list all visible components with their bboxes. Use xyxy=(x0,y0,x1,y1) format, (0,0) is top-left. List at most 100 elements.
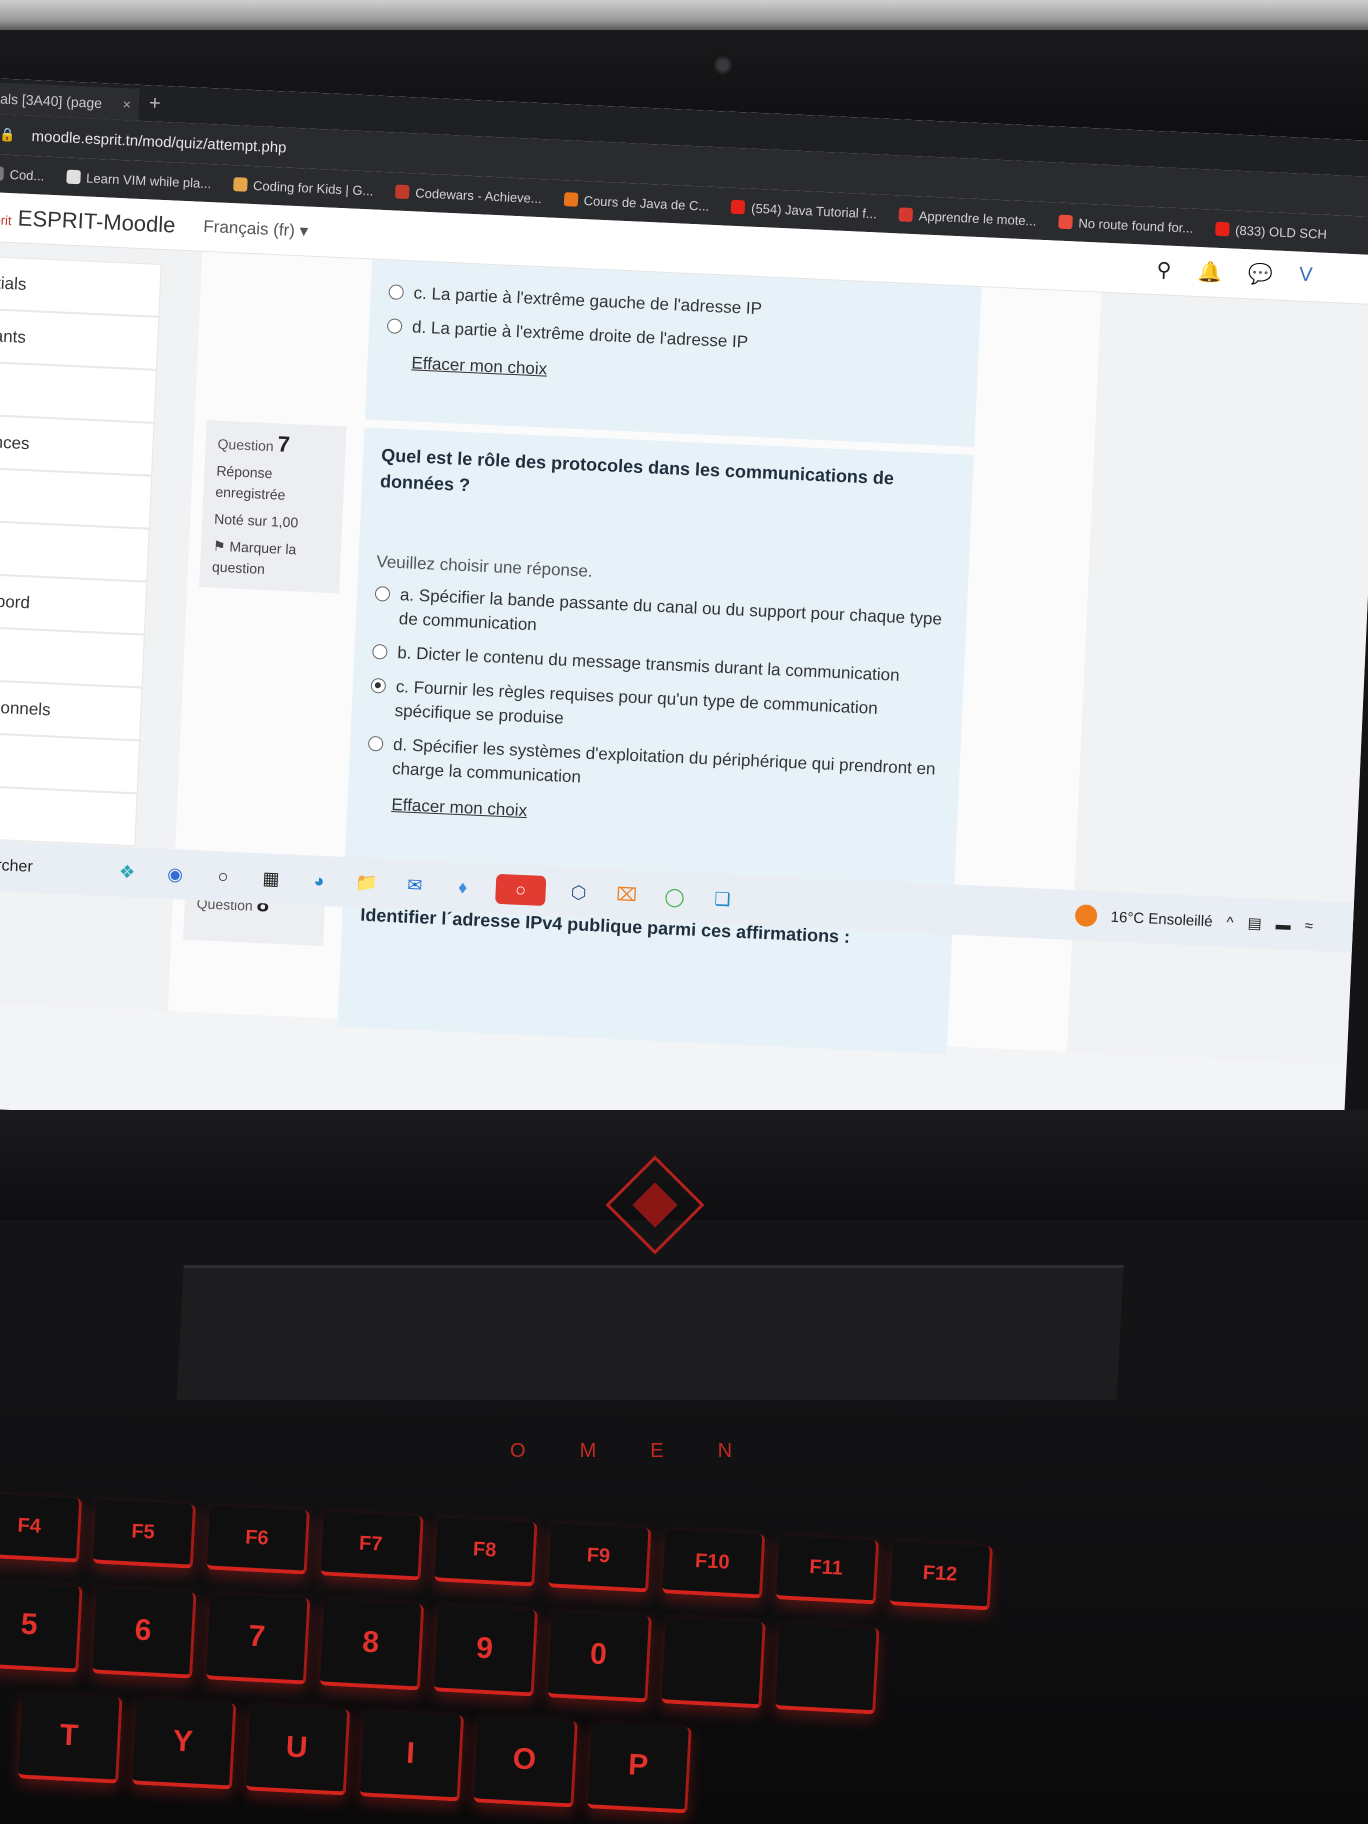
keyboard-key: F8 xyxy=(434,1517,538,1587)
answer-label: c. La partie à l'extrême gauche de l'adr… xyxy=(413,283,763,319)
chevron-down-icon: ▾ xyxy=(299,220,309,241)
close-tab-icon[interactable]: × xyxy=(122,96,131,112)
bookmark-label: (554) Java Tutorial f... xyxy=(750,200,878,221)
taskbar-search[interactable]: rechercher xyxy=(0,855,95,879)
bookmark-item[interactable]: Codewars - Achieve... xyxy=(395,184,542,206)
esprit-logo: prit xyxy=(0,211,12,228)
bookmark-item[interactable]: Learn VIM while pla... xyxy=(65,169,212,191)
widgets-icon[interactable]: ❖ xyxy=(111,856,142,887)
bookmark-item[interactable]: Cod... xyxy=(0,166,45,183)
radio-button[interactable] xyxy=(388,284,405,300)
bookmark-favicon-icon xyxy=(1214,221,1230,237)
clear-choice-link[interactable]: Effacer mon choix xyxy=(411,353,547,379)
bookmark-item[interactable]: Cours de Java de C... xyxy=(563,192,710,214)
spinner-app-icon[interactable]: ◯ xyxy=(659,881,690,912)
keyboard-key: 8 xyxy=(319,1599,425,1691)
keyboard-key: 5 xyxy=(0,1581,83,1673)
vmware-icon[interactable]: ❏ xyxy=(707,883,738,914)
globe-icon[interactable]: ◉ xyxy=(159,859,190,890)
opera-icon[interactable]: ○ xyxy=(495,873,547,907)
keyboard-key: F9 xyxy=(548,1523,652,1593)
keyboard-key: U xyxy=(245,1704,351,1796)
xampp-icon[interactable]: ⌧ xyxy=(611,879,642,910)
bookmark-favicon-icon xyxy=(232,177,248,192)
chat-icon[interactable]: 💬 xyxy=(1248,261,1274,287)
nav-drawer-item[interactable]: tences xyxy=(0,414,155,476)
omen-letter: N xyxy=(717,1440,737,1462)
answer-status: Réponse enregistrée xyxy=(215,462,286,503)
keyboard-key xyxy=(775,1623,880,1715)
user-menu[interactable]: V xyxy=(1298,264,1313,290)
task-view-icon[interactable]: ▦ xyxy=(255,863,286,894)
laptop-vent xyxy=(176,1265,1124,1405)
laptop-screen: ials [3A40] (page × + 🔒 moodle.esprit.tn… xyxy=(0,78,1368,1171)
show-hidden-icons-icon[interactable]: ^ xyxy=(1226,913,1234,930)
nav-drawer-item[interactable]: er xyxy=(0,626,145,688)
flag-question-button[interactable]: ⚑ Marquer la question xyxy=(212,536,330,583)
omen-letter: E xyxy=(650,1440,668,1462)
nav-drawer-item[interactable]: pants xyxy=(0,308,160,370)
keyboard-key: F5 xyxy=(92,1499,197,1569)
nav-drawer-item[interactable]: ntials xyxy=(0,255,162,317)
battery-icon[interactable]: ▬ xyxy=(1275,916,1291,934)
file-explorer-icon[interactable]: 📁 xyxy=(351,867,382,898)
keyboard-key: P xyxy=(587,1722,692,1814)
site-brand[interactable]: prit ESPRIT-Moodle xyxy=(0,204,176,238)
keyboard-key: O xyxy=(473,1716,578,1808)
keyboard-key: 7 xyxy=(206,1593,311,1685)
bookmark-favicon-icon xyxy=(898,207,914,222)
question-7-box: Quel est le rôle des protocoles dans les… xyxy=(344,427,974,895)
nav-drawer-item[interactable]: rs xyxy=(0,732,141,794)
nav-drawer-item[interactable] xyxy=(0,467,153,529)
cortana-icon[interactable]: ○ xyxy=(207,861,238,892)
left-nav-drawer: ntialspants tences de borderpersonnelsrsti… xyxy=(0,255,162,847)
radio-button[interactable] xyxy=(370,677,387,694)
weather-text[interactable]: 16°C Ensoleillé xyxy=(1110,908,1213,930)
omen-letter: M xyxy=(579,1440,601,1462)
radio-button[interactable] xyxy=(367,735,384,752)
edge-icon[interactable]: ◕ xyxy=(303,865,334,896)
bookmark-label: Learn VIM while pla... xyxy=(85,169,212,191)
nav-drawer-item[interactable]: personnels xyxy=(0,679,143,741)
bookmark-favicon-icon xyxy=(0,166,4,181)
tab-title: ials [3A40] (page xyxy=(0,90,103,112)
radio-button[interactable] xyxy=(386,318,403,334)
tray-app-icon[interactable]: ▤ xyxy=(1247,914,1262,933)
keyboard-key: 0 xyxy=(547,1611,652,1703)
keyboard-key: Y xyxy=(132,1698,237,1790)
answer-list: a. Spécifier la bande passante du canal … xyxy=(367,582,949,806)
question-text: Quel est le rôle des protocoles dans les… xyxy=(379,445,895,496)
bookmark-label: Cours de Java de C... xyxy=(583,192,710,214)
keyboard-key: 9 xyxy=(433,1605,539,1697)
system-tray: 16°C Ensoleillé ^ ▤ ▬ ≈ xyxy=(1074,904,1353,939)
bookmark-item[interactable]: Coding for Kids | G... xyxy=(232,177,374,198)
nav-drawer-item[interactable] xyxy=(0,361,157,423)
nav-drawer-item[interactable] xyxy=(0,520,150,582)
keyboard-key: F10 xyxy=(662,1529,766,1599)
browser-tab[interactable]: ials [3A40] (page × xyxy=(0,81,140,121)
brand-name: ESPRIT-Moodle xyxy=(17,204,177,238)
bell-icon[interactable]: 🔔 xyxy=(1197,259,1223,285)
dropbox-icon[interactable]: ♦ xyxy=(447,872,478,903)
radio-button[interactable] xyxy=(372,643,388,660)
bookmark-item[interactable]: No route found for... xyxy=(1058,214,1194,235)
url-text[interactable]: moodle.esprit.tn/mod/quiz/attempt.php xyxy=(31,127,287,156)
bookmark-item[interactable]: (833) OLD SCH xyxy=(1214,221,1327,241)
nav-drawer-item[interactable]: tials xyxy=(0,785,138,847)
bookmark-favicon-icon xyxy=(395,184,410,200)
search-icon[interactable]: ⚲ xyxy=(1156,257,1172,283)
clear-choice-link[interactable]: Effacer mon choix xyxy=(391,795,527,821)
keyboard-key: F6 xyxy=(206,1505,310,1575)
new-tab-button[interactable]: + xyxy=(148,92,162,116)
virtualbox-icon[interactable]: ⬡ xyxy=(563,877,594,908)
wifi-icon[interactable]: ≈ xyxy=(1304,917,1313,934)
mail-icon[interactable]: ✉ xyxy=(399,869,430,900)
radio-button[interactable] xyxy=(374,586,391,602)
keyboard-key: F7 xyxy=(320,1511,424,1581)
language-selector[interactable]: Français (fr) ▾ xyxy=(203,216,309,241)
bookmark-item[interactable]: Apprendre le mote... xyxy=(898,207,1037,228)
bookmark-item[interactable]: (554) Java Tutorial f... xyxy=(730,199,878,221)
nav-drawer-item[interactable]: de bord xyxy=(0,573,148,635)
flag-icon: ⚑ xyxy=(212,537,226,555)
previous-answers: c. La partie à l'extrême gauche de l'adr… xyxy=(386,280,963,364)
